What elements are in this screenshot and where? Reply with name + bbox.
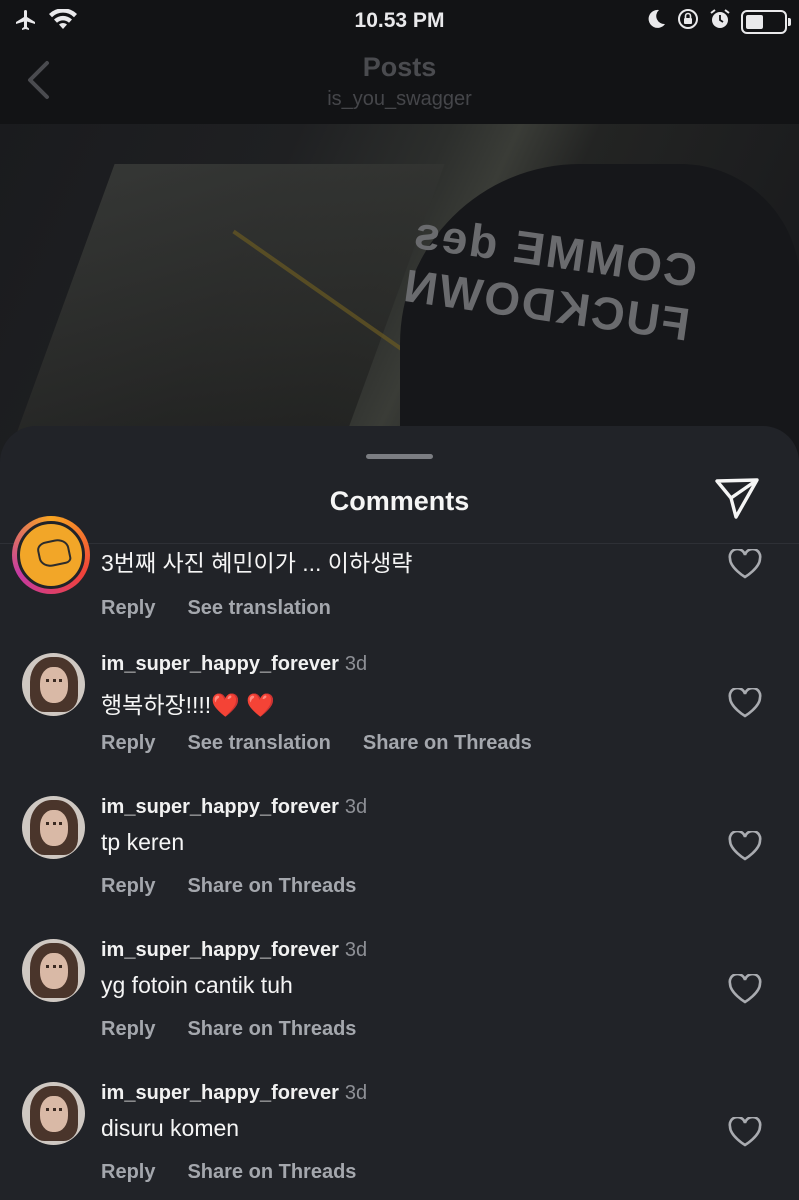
- status-right: [645, 8, 791, 35]
- heart-icon: [728, 1115, 762, 1152]
- alarm-icon: [709, 8, 731, 35]
- comment-item: im_super_happy_forever 3d yg fotoin canti…: [0, 939, 799, 1069]
- avatar[interactable]: [22, 653, 85, 716]
- like-button[interactable]: [726, 972, 764, 1009]
- like-button[interactable]: [726, 1115, 764, 1152]
- see-translation-button[interactable]: See translation: [187, 732, 330, 755]
- comment-text: 3번째 사진 혜민이가 ... 이하생략: [101, 550, 413, 576]
- comment-actions: Reply Share on Threads: [101, 875, 356, 898]
- comment-time: 3d: [344, 1082, 368, 1104]
- photo-road: [5, 164, 445, 464]
- comment-username[interactable]: im_super_happy_forever 3d: [101, 653, 367, 676]
- comment-text: tp keren: [101, 829, 185, 855]
- reply-button[interactable]: Reply: [101, 1161, 155, 1184]
- avatar[interactable]: [22, 939, 85, 1002]
- comment-username[interactable]: im_super_happy_forever 3d: [101, 939, 367, 962]
- nav-bar: Posts is_you_swagger: [0, 40, 799, 124]
- comment-time: 3d: [344, 653, 368, 675]
- like-button[interactable]: [726, 829, 764, 866]
- comment-username[interactable]: im_super_happy_forever 3d: [101, 796, 367, 819]
- share-on-threads-button[interactable]: Share on Threads: [187, 1161, 356, 1184]
- share-on-threads-button[interactable]: Share on Threads: [187, 1018, 356, 1041]
- reply-button[interactable]: Reply: [101, 732, 155, 755]
- comments-sheet: Comments 3번째 사진 혜민이가 ... 이하생략 Reply See …: [0, 426, 799, 1200]
- moon-icon: [645, 8, 667, 35]
- comment-time: 3d: [344, 939, 368, 961]
- heart-icon: [728, 686, 762, 723]
- share-on-threads-button[interactable]: Share on Threads: [187, 875, 356, 898]
- comment-item: im_super_happy_forever 3d disuru komen Re…: [0, 1082, 799, 1200]
- comment-item: 3번째 사진 혜민이가 ... 이하생략 Reply See translati…: [0, 516, 799, 646]
- heart-icon: [728, 547, 762, 584]
- see-translation-button[interactable]: See translation: [187, 597, 330, 620]
- comment-actions: Reply Share on Threads: [101, 1018, 356, 1041]
- comment-actions: Reply See translation Share on Threads: [101, 732, 532, 755]
- sheet-grabber[interactable]: [366, 454, 433, 459]
- comment-actions: Reply Share on Threads: [101, 1161, 356, 1184]
- reply-button[interactable]: Reply: [101, 875, 155, 898]
- avatar[interactable]: [22, 796, 85, 859]
- heart-icon: [728, 972, 762, 1009]
- avatar[interactable]: [22, 1082, 85, 1145]
- comment-text: yg fotoin cantik tuh: [101, 972, 293, 998]
- reply-button[interactable]: Reply: [101, 597, 155, 620]
- comment-username[interactable]: im_super_happy_forever 3d: [101, 1082, 367, 1105]
- like-button[interactable]: [726, 547, 764, 584]
- comment-item: im_super_happy_forever 3d tp keren Reply …: [0, 796, 799, 926]
- reply-button[interactable]: Reply: [101, 1018, 155, 1041]
- battery-icon: [741, 9, 791, 34]
- comments-title: Comments: [329, 486, 470, 516]
- page-subtitle: is_you_swagger: [327, 88, 472, 110]
- like-button[interactable]: [726, 686, 764, 723]
- share-on-threads-button[interactable]: Share on Threads: [363, 732, 532, 755]
- comment-actions: Reply See translation: [101, 597, 331, 620]
- heart-icon: [728, 829, 762, 866]
- comment-time: 3d: [344, 796, 368, 818]
- page-title: Posts: [362, 52, 437, 82]
- comment-text: 행복하장!!!!❤️ ❤️: [101, 692, 275, 718]
- rotation-lock-icon: [677, 8, 699, 35]
- comment-text: disuru komen: [101, 1115, 240, 1141]
- comment-item: im_super_happy_forever 3d 행복하장!!!!❤️ ❤️ R…: [0, 653, 799, 783]
- status-bar: 10.53 PM: [0, 0, 799, 40]
